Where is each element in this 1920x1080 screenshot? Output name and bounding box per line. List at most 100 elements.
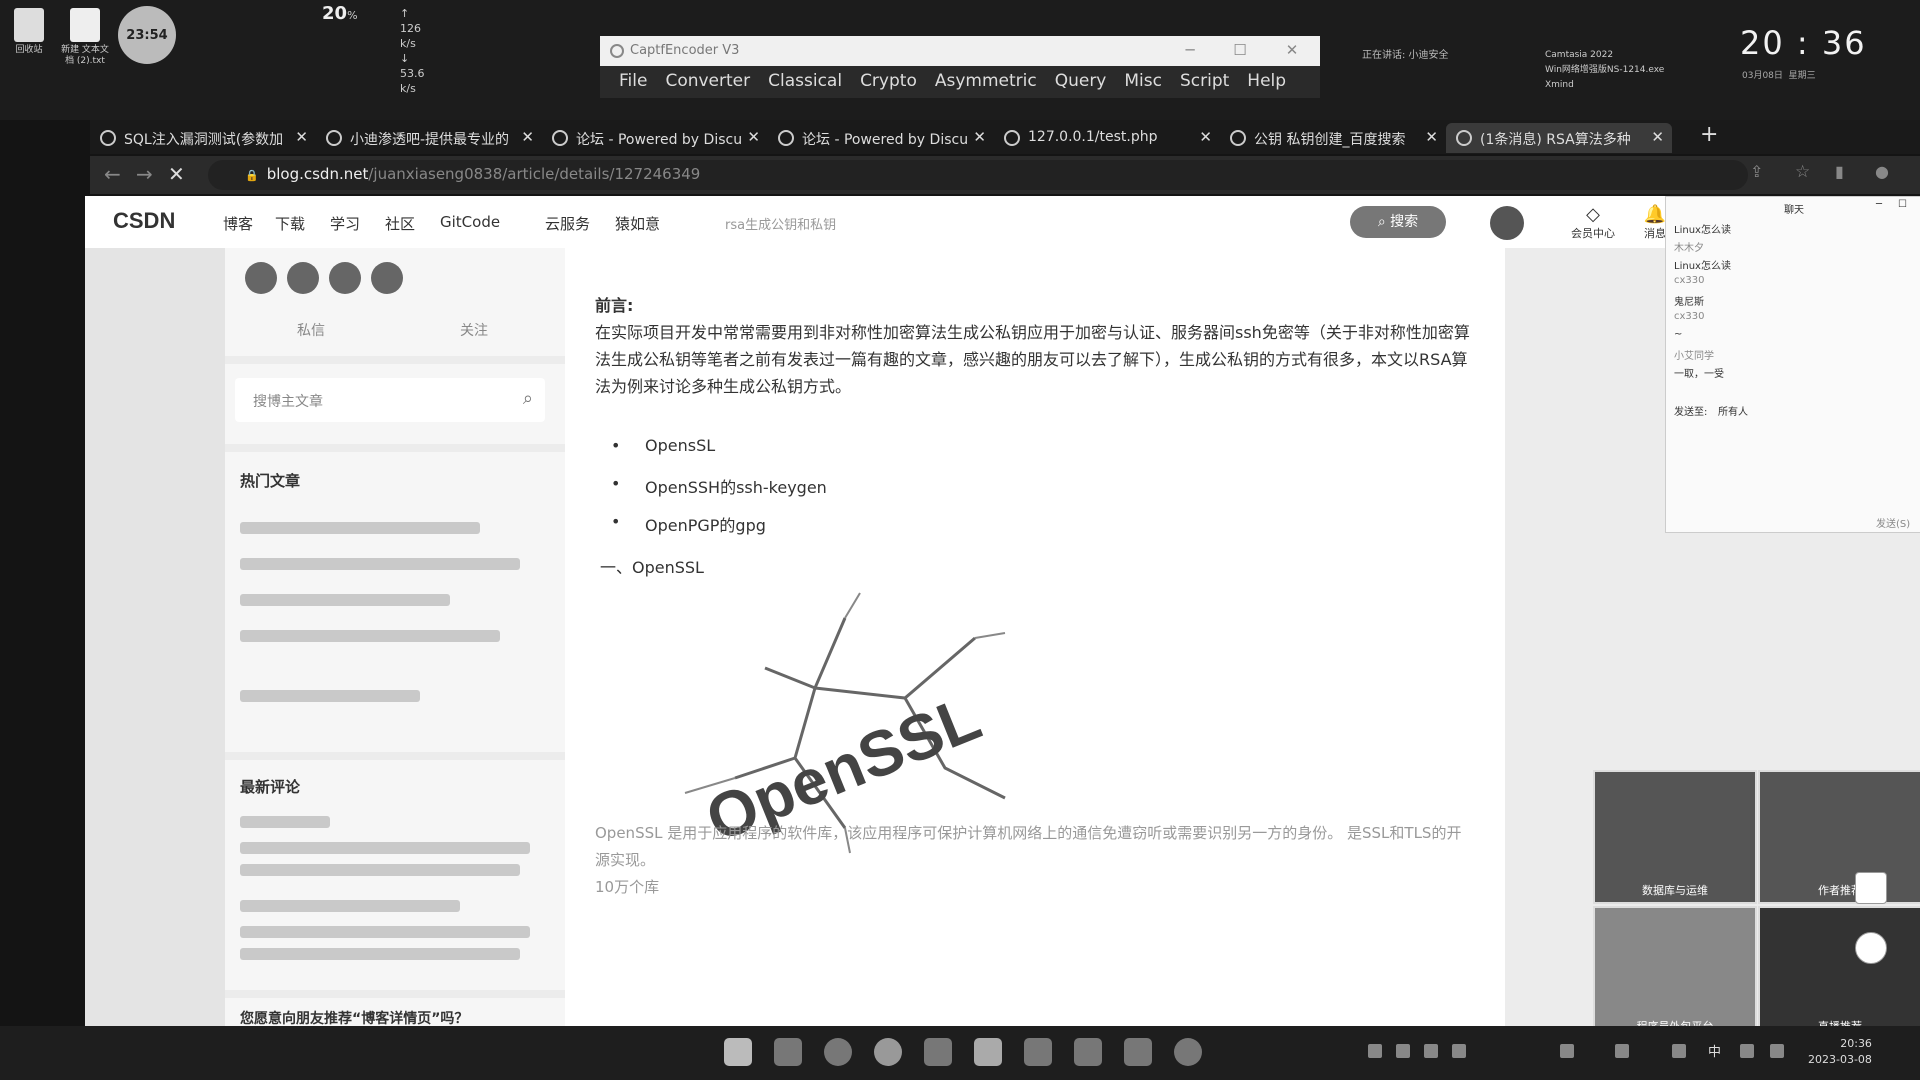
taskbar-clock[interactable]: 20:36 2023-03-08 [1808, 1036, 1872, 1068]
hot-article-item[interactable] [240, 522, 480, 534]
chat-send-button[interactable]: 发送(S) [1876, 515, 1910, 530]
hot-article-item[interactable] [240, 630, 500, 642]
recording-timer[interactable]: 23:54 [118, 6, 176, 64]
tray-app-icon[interactable] [1368, 1044, 1382, 1058]
menu-misc[interactable]: Misc [1115, 68, 1171, 96]
nav-gitcode[interactable]: GitCode [440, 213, 500, 231]
menu-crypto[interactable]: Crypto [851, 68, 926, 96]
menu-file[interactable]: File [610, 68, 656, 96]
tab-close-icon[interactable]: ✕ [521, 128, 534, 146]
menu-query[interactable]: Query [1046, 68, 1116, 96]
comment-item[interactable] [240, 900, 460, 912]
sidebar-toggle-icon[interactable]: ▮ [1835, 162, 1844, 181]
close-icon[interactable]: ✕ [1282, 41, 1302, 59]
maximize-icon[interactable]: ☐ [1230, 41, 1250, 59]
chat-minimize-icon[interactable]: ─ [1876, 199, 1882, 210]
comment-item[interactable] [240, 926, 530, 938]
recent-item[interactable]: Win网络增强版NS-1214.exe [1545, 63, 1664, 78]
tray-monitor-icon[interactable] [1560, 1044, 1574, 1058]
tab-close-icon[interactable]: ✕ [973, 128, 986, 146]
nav-community[interactable]: 社区 [385, 213, 415, 234]
menu-script[interactable]: Script [1171, 68, 1238, 96]
display-icon[interactable] [1740, 1044, 1754, 1058]
menu-help[interactable]: Help [1238, 68, 1295, 96]
promo-thumbnail[interactable]: 直播推荐 [1758, 906, 1920, 1026]
minimize-icon[interactable]: ─ [1180, 41, 1200, 59]
nav-blog[interactable]: 博客 [223, 213, 253, 234]
comment-item[interactable] [240, 842, 530, 854]
browser-tab[interactable]: 公钥 私钥创建_百度搜索 ✕ [1220, 123, 1446, 153]
chat-send-to-select[interactable]: 所有人 [1718, 403, 1748, 418]
nav-yuanruyi[interactable]: 猿如意 [615, 213, 660, 234]
file-explorer-icon[interactable] [774, 1038, 802, 1066]
chat-app-icon[interactable] [1174, 1038, 1202, 1066]
app-icon[interactable] [924, 1038, 952, 1066]
menu-converter[interactable]: Converter [656, 68, 759, 96]
browser-tab[interactable]: 论坛 - Powered by Discu ✕ [768, 123, 994, 153]
input-language[interactable]: 中 [1708, 1041, 1721, 1060]
share-icon[interactable]: ⇪ [1750, 162, 1763, 181]
nav-search-input[interactable]: rsa生成公钥和私钥 [725, 214, 836, 233]
private-message-button[interactable]: 私信 [297, 320, 325, 340]
new-tab-button[interactable]: + [1700, 122, 1718, 147]
nav-vip-center[interactable]: ◇ 会员中心 [1563, 204, 1623, 241]
promo-thumbnail[interactable]: 程序员外包平台 [1593, 906, 1757, 1026]
comment-item[interactable] [240, 948, 520, 960]
edit-icon[interactable] [1855, 872, 1887, 904]
image-viewer-icon[interactable] [1024, 1038, 1052, 1066]
browser-tab[interactable]: 小迪渗透吧-提供最专业的 ✕ [316, 123, 542, 153]
notepad-icon[interactable] [1074, 1038, 1102, 1066]
menu-asymmetric[interactable]: Asymmetric [926, 68, 1046, 96]
address-text[interactable]: 🔒 blog.csdn.net/juanxiaseng0838/article/d… [245, 165, 700, 183]
captfencoder-titlebar[interactable]: CaptfEncoder V3 ─ ☐ ✕ [600, 36, 1320, 66]
powerpoint-icon[interactable] [974, 1038, 1002, 1066]
tab-close-icon[interactable]: ✕ [1651, 128, 1664, 146]
nav-learn[interactable]: 学习 [330, 213, 360, 234]
menu-classical[interactable]: Classical [759, 68, 851, 96]
browser-tab-active[interactable]: (1条消息) RSA算法多种 ✕ [1446, 123, 1672, 153]
headset-icon[interactable] [1855, 932, 1887, 964]
promo-thumbnail[interactable]: 数据库与运维 [1593, 770, 1757, 904]
tab-close-icon[interactable]: ✕ [747, 128, 760, 146]
tray-network-icon[interactable] [1615, 1044, 1629, 1058]
start-icon[interactable] [724, 1038, 752, 1066]
stop-loading-icon[interactable]: ✕ [168, 162, 185, 186]
browser-tab[interactable]: 论坛 - Powered by Discu ✕ [542, 123, 768, 153]
chat-maximize-icon[interactable]: ☐ [1898, 199, 1907, 210]
follow-button[interactable]: 关注 [460, 320, 488, 340]
volume-icon[interactable] [1770, 1044, 1784, 1058]
tab-close-icon[interactable]: ✕ [295, 128, 308, 146]
browser-tab[interactable]: 127.0.0.1/test.php ✕ [994, 123, 1220, 153]
forward-icon[interactable]: → [136, 162, 153, 186]
profile-icon[interactable]: ● [1875, 162, 1889, 181]
hot-article-item[interactable] [240, 558, 520, 570]
recent-item[interactable]: Xmind [1545, 78, 1664, 93]
microphone-icon[interactable] [1672, 1044, 1686, 1058]
browser-tab[interactable]: SQL注入漏洞测试(参数加 ✕ [90, 123, 316, 153]
promo-thumbnail[interactable]: 作者推荐 [1758, 770, 1920, 904]
sidebar-search-input[interactable]: 搜博主文章 [253, 391, 323, 411]
tab-close-icon[interactable]: ✕ [1199, 128, 1212, 146]
tool-icon[interactable] [1124, 1038, 1152, 1066]
sidebar-search-box[interactable]: 搜博主文章 ⌕ [235, 378, 545, 422]
hot-article-item[interactable] [240, 690, 420, 702]
back-icon[interactable]: ← [104, 162, 121, 186]
nav-search-button[interactable]: ⌕ 搜索 [1350, 206, 1446, 238]
comment-item[interactable] [240, 864, 520, 876]
desktop-icon-recycle-bin[interactable]: 回收站 [4, 8, 54, 56]
comment-item[interactable] [240, 816, 330, 828]
tab-close-icon[interactable]: ✕ [1425, 128, 1438, 146]
bookmark-star-icon[interactable]: ☆ [1795, 162, 1810, 182]
edge-icon[interactable] [824, 1038, 852, 1066]
hot-article-item[interactable] [240, 594, 450, 606]
desktop-icon-text-file[interactable]: 新建 文本文档 (2).txt [60, 8, 110, 67]
tray-shield-icon[interactable] [1396, 1044, 1410, 1058]
tray-app-icon[interactable] [1452, 1044, 1466, 1058]
search-icon[interactable]: ⌕ [523, 388, 533, 409]
recent-item[interactable]: Camtasia 2022 [1545, 48, 1664, 63]
nav-download[interactable]: 下载 [275, 213, 305, 234]
chrome-icon[interactable] [874, 1038, 902, 1066]
nav-cloud[interactable]: 云服务 [545, 213, 590, 234]
csdn-logo[interactable]: CSDN [113, 208, 175, 234]
tray-app-icon[interactable] [1424, 1044, 1438, 1058]
